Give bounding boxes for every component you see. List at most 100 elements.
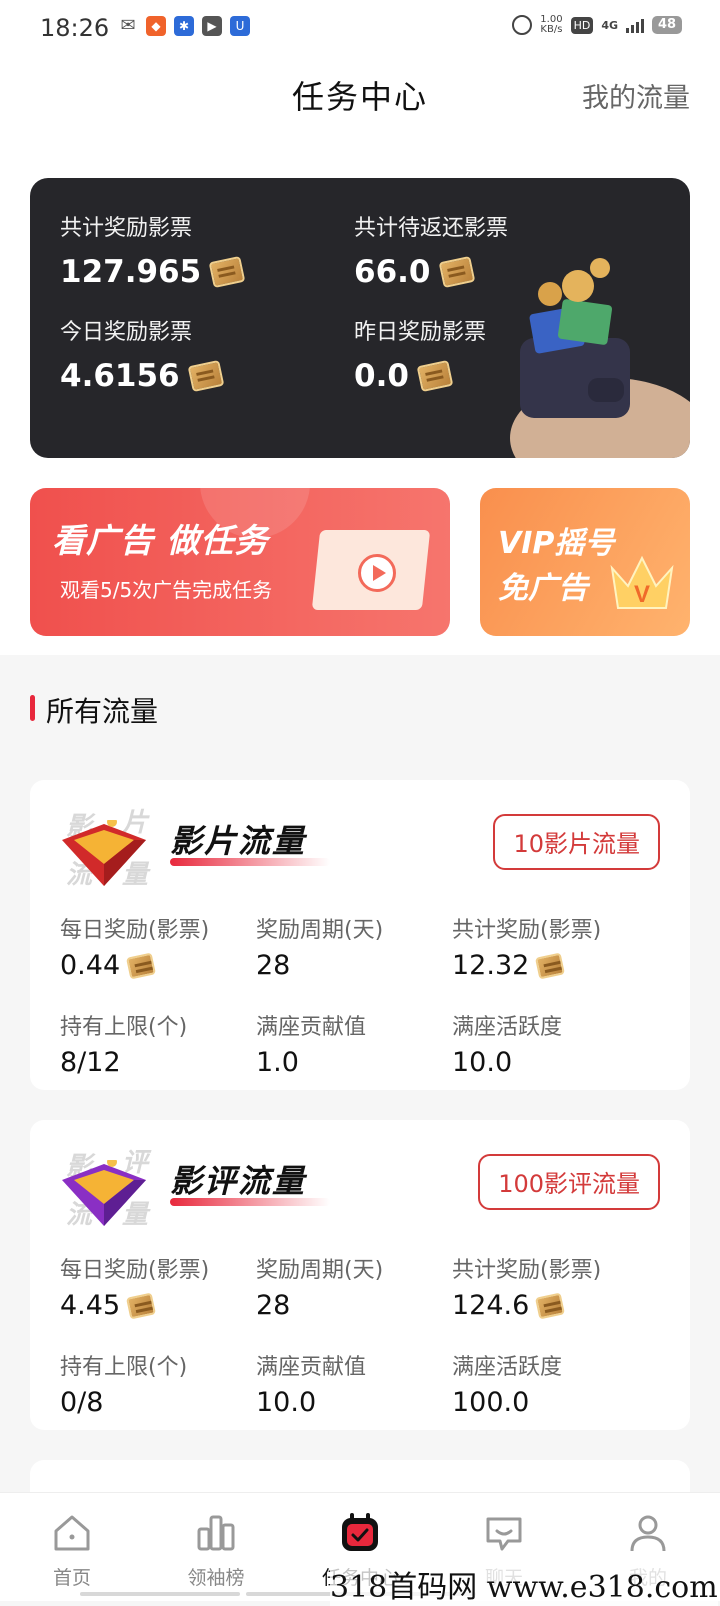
vip-banner-line1: VIP摇号	[498, 526, 615, 561]
signal-icon	[626, 17, 644, 33]
stat-label: 奖励周期(天)	[256, 1258, 384, 1283]
stat-value: 66.0	[354, 254, 431, 290]
stat-value-row: 12.32	[452, 950, 660, 981]
stat-label: 满座活跃度	[452, 1015, 563, 1040]
stat-value: 28	[256, 950, 291, 981]
film-flow-button[interactable]: 10影片流量	[493, 814, 660, 870]
stat-value-row: 4.6156	[60, 358, 224, 394]
stat-value: 4.45	[60, 1290, 121, 1321]
flow-card-review: 影 评 流 量 影评流量 100影评流量 每日奖励(影票) 4.45 奖励周期(…	[30, 1120, 690, 1430]
stat-value: 8/12	[60, 1047, 121, 1078]
ticket-icon	[208, 255, 246, 289]
alarm-icon	[512, 15, 533, 35]
svg-text:V: V	[634, 581, 650, 608]
ticket-icon	[126, 1292, 157, 1319]
review-flow-button[interactable]: 100影评流量	[478, 1154, 660, 1210]
play-icon	[358, 554, 396, 592]
stat-value: 28	[256, 1290, 291, 1321]
vip-banner-line2: 免广告	[498, 571, 588, 606]
banner-ad-subtitle: 观看5/5次广告完成任务	[60, 578, 273, 602]
stat-value-row: 0.44	[60, 950, 256, 981]
stat-value: 100.0	[452, 1387, 530, 1418]
stat-holding-limit: 持有上限(个) 0/8	[60, 1349, 256, 1418]
stat-value: 127.965	[60, 254, 202, 290]
ticket-icon	[535, 1292, 566, 1319]
stat-total-reward: 共计奖励(影票) 12.32	[452, 912, 660, 981]
stat-label: 奖励周期(天)	[256, 918, 384, 943]
review-flow-emblem-icon: 影 评 流 量	[58, 1138, 178, 1230]
nav-leaderboard[interactable]: 领袖榜	[144, 1493, 288, 1601]
app-notification-icon: ◆	[146, 16, 166, 36]
vip-crown-icon: V	[610, 555, 674, 609]
stat-value: 4.6156	[60, 358, 180, 394]
notification-icons: ✉ ◆ ✱ ▶ U	[118, 16, 250, 36]
stat-value-row: 4.45	[60, 1290, 256, 1321]
flow-stats: 每日奖励(影票) 0.44 奖励周期(天) 28 共计奖励(影票) 12.32 …	[60, 912, 660, 1078]
stat-value: 0/8	[60, 1387, 104, 1418]
stat-label: 每日奖励(影票)	[60, 918, 210, 943]
stat-label: 今日奖励影票	[60, 320, 193, 345]
status-time: 18:26	[40, 14, 110, 42]
ticket-icon	[187, 359, 224, 393]
flow-title: 影片流量	[170, 822, 307, 860]
stat-value: 10.0	[452, 1047, 513, 1078]
hd-voice-icon: HD	[570, 16, 594, 34]
home-icon	[54, 1515, 90, 1551]
stat-value: 0.44	[60, 950, 121, 981]
stat-label: 共计奖励影票	[60, 216, 193, 241]
section-title: 所有流量	[30, 690, 158, 730]
stat-label: 满座贡献值	[256, 1355, 367, 1380]
rewards-summary-card: 共计奖励影票 127.965 共计待返还影票 66.0 今日奖励影票 4.615…	[30, 178, 690, 458]
watch-ad-task-banner[interactable]: 看广告 做任务 观看5/5次广告完成任务	[30, 488, 450, 636]
stat-activity: 满座活跃度 10.0	[452, 1009, 660, 1078]
stat-activity: 满座活跃度 100.0	[452, 1349, 660, 1418]
battery-icon: 48	[652, 16, 682, 34]
profile-icon	[630, 1515, 666, 1552]
stat-label: 共计奖励(影票)	[452, 1258, 602, 1283]
wechat-icon: ✉	[120, 15, 136, 36]
title-swoosh	[170, 858, 330, 866]
stat-label: 满座贡献值	[256, 1015, 367, 1040]
status-bar: 18:26 ✉ ◆ ✱ ▶ U 1.00 KB/s HD 4G 48	[0, 0, 720, 56]
stat-value: 10.0	[256, 1387, 317, 1418]
stat-value-row: 127.965	[60, 254, 246, 290]
site-watermark: 318首码网 www.e318.com	[330, 1562, 718, 1606]
stat-daily-reward: 每日奖励(影票) 4.45	[60, 1252, 256, 1321]
nav-home[interactable]: 首页	[0, 1493, 144, 1601]
stat-label: 持有上限(个)	[60, 1015, 188, 1040]
network-speed-unit: KB/s	[540, 24, 563, 35]
vip-no-ads-banner[interactable]: VIP摇号 免广告 V	[480, 488, 690, 636]
stat-label: 每日奖励(影票)	[60, 1258, 210, 1283]
stat-contribution: 满座贡献值 10.0	[256, 1349, 452, 1418]
stat-holding-limit: 持有上限(个) 8/12	[60, 1009, 256, 1078]
leaderboard-icon	[197, 1515, 235, 1551]
ticket-icon	[535, 952, 566, 979]
my-traffic-link[interactable]: 我的流量	[582, 76, 690, 115]
stat-value: 12.32	[452, 950, 530, 981]
network-type: 4G	[601, 18, 618, 32]
stat-today-reward: 今日奖励影票 4.6156	[60, 314, 224, 394]
stat-label: 共计奖励(影票)	[452, 918, 602, 943]
ticket-icon	[416, 359, 454, 393]
stat-total-reward: 共计奖励影票 127.965	[60, 210, 246, 290]
film-flow-emblem-icon: 影 片 流 量	[58, 798, 178, 890]
stat-value: 0.0	[354, 358, 409, 394]
stat-reward-period: 奖励周期(天) 28	[256, 912, 452, 981]
banner-ad-title: 看广告 做任务	[52, 521, 269, 560]
flow-title: 影评流量	[170, 1162, 307, 1200]
stat-label: 持有上限(个)	[60, 1355, 188, 1380]
stat-value: 1.0	[256, 1047, 299, 1078]
stat-label: 满座活跃度	[452, 1355, 563, 1380]
task-calendar-icon	[342, 1513, 378, 1551]
uc-app-icon: U	[230, 16, 250, 36]
title-swoosh	[170, 1198, 330, 1206]
status-indicators: 1.00 KB/s HD 4G 48	[512, 15, 682, 35]
stat-value: 124.6	[452, 1290, 530, 1321]
stat-daily-reward: 每日奖励(影票) 0.44	[60, 912, 256, 981]
gesture-bar	[80, 1592, 240, 1596]
stat-value-row: 124.6	[452, 1290, 660, 1321]
stat-reward-period: 奖励周期(天) 28	[256, 1252, 452, 1321]
nav-label: 领袖榜	[187, 1567, 245, 1589]
network-speed: 1.00 KB/s	[540, 15, 562, 35]
chat-icon	[486, 1517, 522, 1551]
